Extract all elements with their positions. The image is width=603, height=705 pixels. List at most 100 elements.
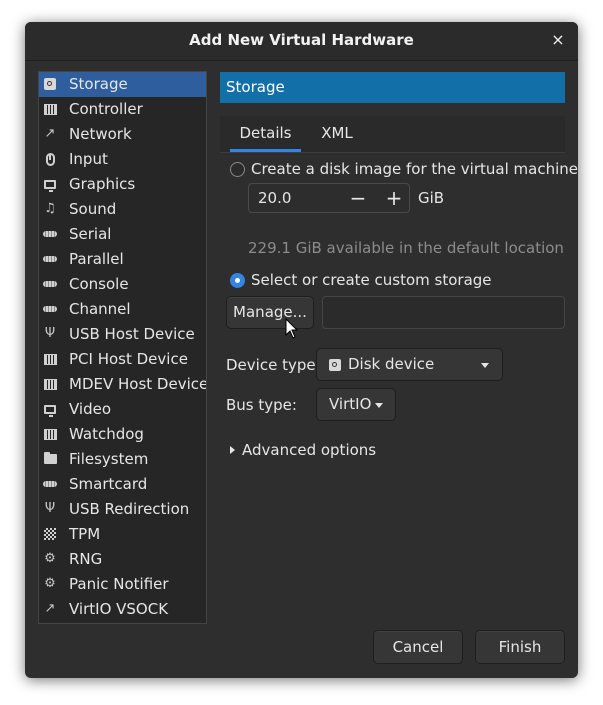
device-type-dropdown[interactable]: Disk device	[316, 348, 503, 381]
sidebar-item-label: Smartcard	[69, 475, 148, 493]
sidebar-item-controller[interactable]: Controller	[39, 97, 206, 122]
plus-icon[interactable]: +	[386, 186, 403, 210]
sidebar-item-video[interactable]: Video	[39, 397, 206, 422]
channel-port-icon	[43, 302, 57, 316]
dialog-window: Add New Virtual Hardware × Storage Contro…	[25, 22, 578, 678]
pci-chip-icon	[43, 352, 57, 366]
sidebar-item-usb-redirection[interactable]: Ψ USB Redirection	[39, 497, 206, 522]
controller-chip-icon	[43, 102, 57, 116]
sidebar-item-input[interactable]: Input	[39, 147, 206, 172]
bus-type-label: Bus type:	[226, 396, 297, 414]
disk-size-value[interactable]: 20.0	[258, 184, 291, 212]
sidebar-item-sound[interactable]: ♫ Sound	[39, 197, 206, 222]
sidebar-item-label: Parallel	[69, 250, 124, 268]
parallel-port-icon	[43, 252, 57, 266]
network-icon: ↗	[44, 126, 56, 141]
sidebar-item-label: Serial	[69, 225, 112, 243]
vsock-network-icon: ↗	[44, 601, 56, 616]
bus-type-dropdown[interactable]: VirtIO	[316, 388, 396, 421]
sidebar-item-label: Graphics	[69, 175, 136, 193]
sidebar-item-watchdog[interactable]: Watchdog	[39, 422, 206, 447]
create-disk-radio[interactable]	[230, 161, 245, 177]
video-monitor-icon	[43, 402, 57, 417]
disk-icon	[43, 77, 57, 91]
custom-storage-radio-row[interactable]: Select or create custom storage	[230, 269, 492, 291]
custom-storage-radio[interactable]	[230, 272, 245, 288]
disk-size-unit: GiB	[418, 189, 445, 207]
sidebar-item-storage[interactable]: Storage	[39, 72, 206, 97]
sidebar-item-tpm[interactable]: TPM	[39, 522, 206, 547]
sidebar-item-parallel[interactable]: Parallel	[39, 247, 206, 272]
chevron-down-icon[interactable]	[375, 403, 383, 408]
sound-icon: ♫	[44, 201, 56, 216]
sidebar-item-label: Panic Notifier	[69, 575, 169, 593]
device-type-value[interactable]: Disk device	[348, 349, 434, 380]
increment-size-button[interactable]: +	[380, 184, 408, 212]
smartcard-icon	[43, 477, 57, 491]
panic-gear-icon: ⚙	[44, 576, 56, 591]
monitor-icon	[43, 177, 57, 192]
create-disk-label[interactable]: Create a disk image for the virtual mach…	[251, 160, 578, 178]
sidebar-item-label: Sound	[69, 200, 117, 218]
manage-button[interactable]: Manage...	[226, 296, 314, 329]
serial-port-icon	[43, 227, 57, 241]
tab-xml[interactable]: XML	[312, 116, 362, 152]
sidebar-item-smartcard[interactable]: Smartcard	[39, 472, 206, 497]
tpm-chip-icon	[43, 527, 57, 541]
mouse-icon	[43, 152, 57, 166]
sidebar-item-label: Input	[69, 150, 108, 168]
window-title: Add New Virtual Hardware	[189, 31, 414, 49]
sidebar-item-label: Watchdog	[69, 425, 144, 443]
sidebar-item-usb-host-device[interactable]: Ψ USB Host Device	[39, 322, 206, 347]
sidebar-item-label: PCI Host Device	[69, 350, 188, 368]
sidebar-item-label: VirtIO VSOCK	[69, 600, 169, 618]
sidebar-item-channel[interactable]: Channel	[39, 297, 206, 322]
sidebar-item-label: Filesystem	[69, 450, 149, 468]
minus-icon[interactable]: −	[350, 186, 367, 210]
sidebar-item-label: USB Redirection	[69, 500, 190, 518]
chevron-right-icon[interactable]	[230, 446, 235, 454]
custom-storage-label[interactable]: Select or create custom storage	[251, 271, 492, 289]
chevron-down-icon[interactable]	[481, 363, 489, 368]
sidebar-item-label: MDEV Host Device	[69, 375, 207, 393]
sidebar-item-label: Storage	[69, 75, 128, 93]
disk-size-spinbutton[interactable]: 20.0 − +	[248, 183, 410, 213]
rng-gear-icon: ⚙	[44, 551, 56, 566]
sidebar-item-label: USB Host Device	[69, 325, 195, 343]
sidebar-item-mdev-host-device[interactable]: MDEV Host Device	[39, 372, 206, 397]
hardware-type-list[interactable]: Storage Controller ↗ Network Input Graphics ♫ S…	[38, 71, 207, 624]
advanced-options-label[interactable]: Advanced options	[242, 441, 376, 459]
sidebar-item-pci-host-device[interactable]: PCI Host Device	[39, 347, 206, 372]
sidebar-item-panic-notifier[interactable]: ⚙ Panic Notifier	[39, 572, 206, 597]
sidebar-item-label: TPM	[69, 525, 101, 543]
mouse-pointer-icon	[285, 318, 299, 339]
sidebar-item-label: Video	[69, 400, 112, 418]
sidebar-item-filesystem[interactable]: Filesystem	[39, 447, 206, 472]
folder-icon	[43, 452, 57, 466]
bus-type-value[interactable]: VirtIO	[329, 389, 371, 420]
tab-bar: Details XML	[220, 116, 565, 153]
create-disk-radio-row[interactable]: Create a disk image for the virtual mach…	[230, 158, 578, 180]
titlebar: Add New Virtual Hardware ×	[25, 22, 578, 61]
disk-icon	[329, 359, 341, 371]
storage-path-input[interactable]	[322, 296, 565, 329]
watchdog-chip-icon	[43, 427, 57, 441]
sidebar-item-console[interactable]: Console	[39, 272, 206, 297]
sidebar-item-graphics[interactable]: Graphics	[39, 172, 206, 197]
sidebar-item-rng[interactable]: ⚙ RNG	[39, 547, 206, 572]
sidebar-item-label: RNG	[69, 550, 103, 568]
sidebar-item-label: Channel	[69, 300, 131, 318]
cancel-button[interactable]: Cancel	[373, 630, 463, 664]
sidebar-item-network[interactable]: ↗ Network	[39, 122, 206, 147]
sidebar-item-label: Network	[69, 125, 132, 143]
close-icon[interactable]: ×	[551, 30, 564, 49]
tab-details[interactable]: Details	[230, 116, 301, 152]
decrement-size-button[interactable]: −	[344, 184, 372, 212]
finish-button[interactable]: Finish	[475, 630, 565, 664]
close-button[interactable]: ×	[548, 30, 568, 50]
sidebar-item-serial[interactable]: Serial	[39, 222, 206, 247]
sidebar-item-label: Controller	[69, 100, 143, 118]
sidebar-item-virtio-vsock[interactable]: ↗ VirtIO VSOCK	[39, 597, 206, 622]
available-space-hint: 229.1 GiB available in the default locat…	[248, 239, 564, 257]
advanced-options-expander[interactable]: Advanced options	[230, 440, 376, 460]
